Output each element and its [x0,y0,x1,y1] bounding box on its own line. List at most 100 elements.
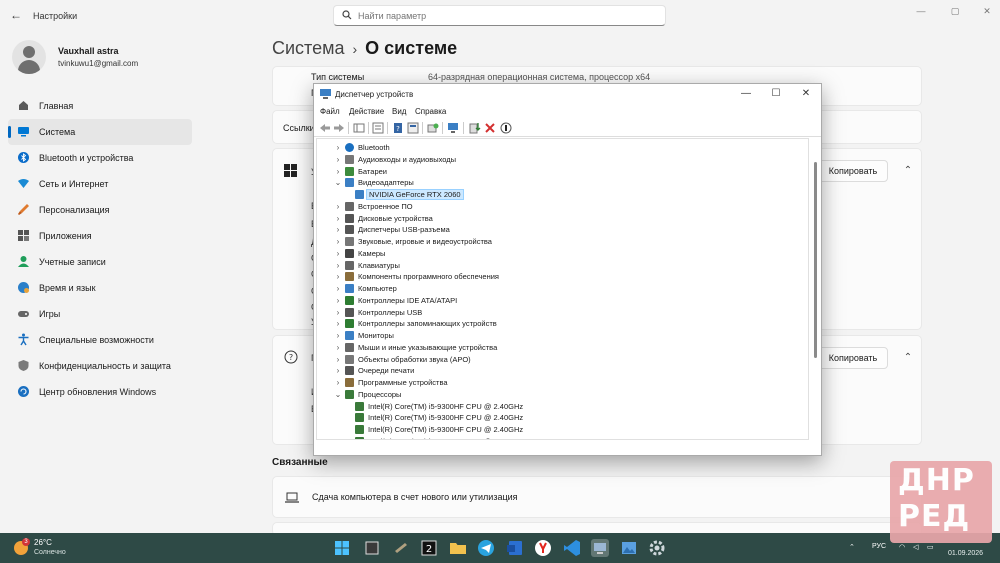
chevron-right-icon[interactable]: › [334,224,342,235]
chevron-right-icon[interactable]: › [334,236,342,247]
device-tree-category[interactable]: › Дисковые устройства [334,213,754,224]
device-tree-category[interactable]: › Контроллеры USB [334,307,754,318]
scrollbar-thumb[interactable] [814,162,817,358]
console-tree-icon[interactable] [353,122,365,134]
back-arrow-icon[interactable] [319,122,331,134]
properties-icon[interactable] [372,122,384,134]
battery-icon[interactable]: ▭ [927,543,934,551]
chevron-right-icon[interactable]: › [334,342,342,353]
pen-icon[interactable] [392,539,410,557]
menu-view[interactable]: Вид [392,107,406,116]
forward-arrow-icon[interactable] [333,122,345,134]
chevron-right-icon[interactable]: › [334,142,342,153]
device-manager-taskbar-icon[interactable] [591,539,609,557]
menu-help[interactable]: Справка [415,107,446,116]
clock-date[interactable]: 01.09.2026 [948,550,983,557]
wifi-icon[interactable]: ◠ [899,543,905,551]
maximize-button[interactable]: ▢ [948,6,962,16]
sidebar-item-personalization[interactable]: Персонализация [8,197,192,223]
sidebar-item-accessibility[interactable]: Специальные возможности [8,327,192,353]
device-tree-category[interactable]: › Объекты обработки звука (APO) [334,354,754,365]
chevron-down-icon[interactable]: ⌄ [334,177,342,188]
chevron-right-icon[interactable]: › [334,318,342,329]
language-indicator[interactable]: РУС [872,543,886,550]
settings-icon[interactable] [648,539,666,557]
device-tree-category[interactable]: › Мыши и иные указывающие устройства [334,342,754,353]
menu-file[interactable]: Файл [320,107,340,116]
sidebar-item-home[interactable]: Главная [8,93,192,119]
chevron-right-icon[interactable]: › [334,166,342,177]
back-button[interactable]: ← [9,8,23,22]
app-2-icon[interactable]: 2 [420,539,438,557]
chevron-right-icon[interactable]: › [334,377,342,388]
yandex-icon[interactable] [534,539,552,557]
device-tree-category[interactable]: › Звуковые, игровые и видеоустройства [334,236,754,247]
scan-hardware-icon[interactable] [447,122,459,134]
chevron-right-icon[interactable]: › [334,271,342,282]
tray-chevron-icon[interactable]: ⌃ [849,543,855,551]
chevron-right-icon[interactable]: › [334,260,342,271]
device-tree-category[interactable]: › Диспетчеры USB-разъема [334,224,754,235]
device-tree-child[interactable]: NVIDIA GeForce RTX 2060 [347,189,767,200]
search-box[interactable] [333,5,666,26]
user-profile[interactable]: Vauxhall astra tvinkuwu1@gmail.com [12,40,192,76]
sidebar-item-accounts[interactable]: Учетные записи [8,249,192,275]
chevron-up-icon[interactable]: ⌃ [902,165,914,177]
telegram-icon[interactable] [477,539,495,557]
refresh-icon[interactable] [427,122,439,134]
device-tree-category[interactable]: › Очереди печати [334,365,754,376]
chevron-down-icon[interactable]: ⌄ [334,389,342,400]
device-tree-category[interactable]: › Клавиатуры [334,260,754,271]
copy-button-2[interactable]: Копировать [818,347,888,369]
related-item-card[interactable]: Сдача компьютера в счет нового или утили… [272,476,922,518]
vscode-icon[interactable] [563,539,581,557]
close-button[interactable]: ✕ [980,6,994,16]
chevron-up-icon[interactable]: ⌃ [902,352,914,364]
search-input[interactable] [358,8,658,23]
breadcrumb-parent[interactable]: Система [272,38,345,58]
sidebar-item-windows-update[interactable]: Центр обновления Windows [8,379,192,405]
device-tree-child[interactable]: Intel(R) Core(TM) i5-9300HF CPU @ 2.40GH… [347,436,767,439]
uninstall-icon[interactable] [484,122,496,134]
sidebar-item-privacy[interactable]: Конфиденциальность и защита [8,353,192,379]
update-driver-icon[interactable] [469,122,481,134]
device-tree-category[interactable]: › Аудиовходы и аудиовыходы [334,154,754,165]
minimize-button[interactable]: — [914,6,928,16]
device-tree[interactable]: › Bluetooth › Аудиовходы и аудиовыходы › Бата… [316,138,809,440]
device-tree-category[interactable]: › Батареи [334,166,754,177]
device-tree-category[interactable]: › Контроллеры запоминающих устройств [334,318,754,329]
sidebar-item-time-language[interactable]: Время и язык [8,275,192,301]
volume-icon[interactable]: ◁ [913,543,918,551]
menu-action[interactable]: Действие [349,107,384,116]
dm-maximize-button[interactable]: ☐ [769,87,783,101]
sidebar-item-apps[interactable]: Приложения [8,223,192,249]
sidebar-item-gaming[interactable]: Игры [8,301,192,327]
copy-button[interactable]: Копировать [818,160,888,182]
device-tree-category[interactable]: › Контроллеры IDE ATA/ATAPI [334,295,754,306]
dm-minimize-button[interactable]: — [739,87,753,101]
sidebar-item-system[interactable]: Система [8,119,192,145]
device-tree-category[interactable]: › Мониторы [334,330,754,341]
chevron-right-icon[interactable]: › [334,365,342,376]
photos-icon[interactable] [620,539,638,557]
view-icon[interactable] [407,122,419,134]
chevron-right-icon[interactable]: › [334,295,342,306]
folder-icon[interactable] [449,539,467,557]
dm-close-button[interactable]: ✕ [799,87,813,101]
chevron-right-icon[interactable]: › [334,248,342,259]
start-icon[interactable] [333,539,351,557]
device-tree-category[interactable]: › Компоненты программного обеспечения [334,271,754,282]
chevron-right-icon[interactable]: › [334,201,342,212]
device-tree-child[interactable]: Intel(R) Core(TM) i5-9300HF CPU @ 2.40GH… [347,424,767,435]
device-tree-category[interactable]: › Встроенное ПО [334,201,754,212]
chevron-right-icon[interactable]: › [334,330,342,341]
chevron-right-icon[interactable]: › [334,283,342,294]
help-book-icon[interactable]: ? [392,122,404,134]
device-tree-category[interactable]: ⌄ Видеоадаптеры [334,177,754,188]
chevron-right-icon[interactable]: › [334,213,342,224]
chevron-right-icon[interactable]: › [334,154,342,165]
device-tree-category[interactable]: › Камеры [334,248,754,259]
device-tree-scrollbar[interactable] [811,138,819,440]
device-tree-child[interactable]: Intel(R) Core(TM) i5-9300HF CPU @ 2.40GH… [347,412,767,423]
sidebar-item-network[interactable]: Сеть и Интернет [8,171,192,197]
